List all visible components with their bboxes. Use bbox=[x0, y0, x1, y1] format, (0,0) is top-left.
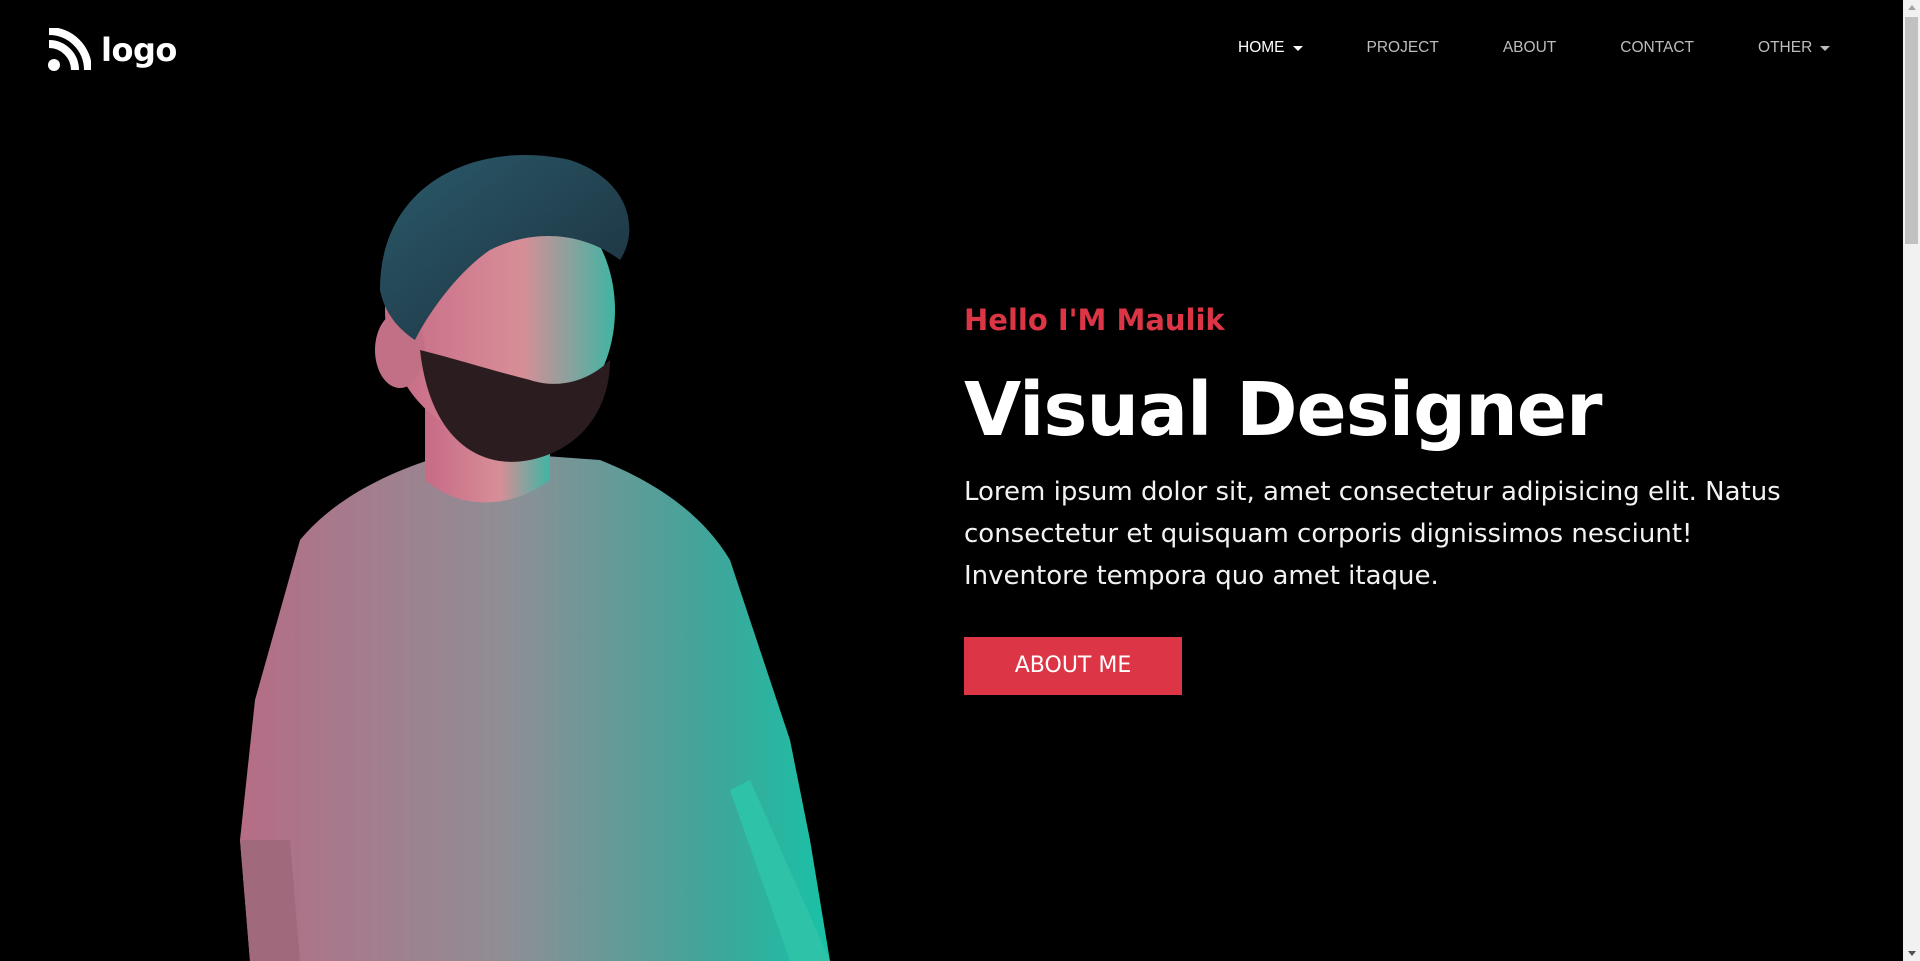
nav-item-home[interactable]: HOME bbox=[1238, 39, 1303, 57]
hero-description: Lorem ipsum dolor sit, amet consectetur … bbox=[964, 477, 1781, 592]
nav-item-contact[interactable]: CONTACT bbox=[1620, 39, 1694, 57]
nav-item-other[interactable]: OTHER bbox=[1758, 39, 1831, 57]
vertical-scrollbar[interactable] bbox=[1903, 0, 1920, 961]
hero-title: Visual Designer bbox=[964, 366, 1603, 453]
hero-section: Hello I'M Maulik Visual Designer Lorem i… bbox=[964, 303, 1814, 696]
nav-item-about[interactable]: ABOUT bbox=[1503, 39, 1556, 57]
hero-greeting: Hello I'M Maulik bbox=[964, 303, 1225, 337]
main-nav: HOME PROJECT ABOUT CONTACT OTHER bbox=[1238, 39, 1831, 57]
nav-item-project[interactable]: PROJECT bbox=[1367, 39, 1439, 57]
logo-text: logo bbox=[101, 31, 177, 69]
caret-down-icon bbox=[1820, 46, 1831, 51]
scroll-down-arrow-icon[interactable] bbox=[1908, 951, 1916, 956]
nav-item-label: OTHER bbox=[1758, 39, 1813, 56]
brand-logo[interactable]: logo bbox=[47, 28, 177, 72]
nav-item-label: CONTACT bbox=[1620, 39, 1695, 56]
about-me-button[interactable]: ABOUT ME bbox=[964, 637, 1182, 696]
nav-item-label: HOME bbox=[1238, 39, 1285, 56]
nav-item-label: ABOUT bbox=[1502, 39, 1557, 56]
navbar: logo HOME PROJECT ABOUT CONTACT OTHER bbox=[0, 0, 1902, 100]
page: logo HOME PROJECT ABOUT CONTACT OTHER He… bbox=[0, 0, 1920, 961]
scroll-up-arrow-icon[interactable] bbox=[1908, 5, 1916, 10]
rss-feed-icon bbox=[48, 28, 91, 71]
nav-item-label: PROJECT bbox=[1366, 39, 1439, 56]
caret-down-icon bbox=[1292, 46, 1303, 51]
hero-portrait-image bbox=[240, 155, 830, 961]
scrollbar-thumb[interactable] bbox=[1905, 17, 1918, 244]
